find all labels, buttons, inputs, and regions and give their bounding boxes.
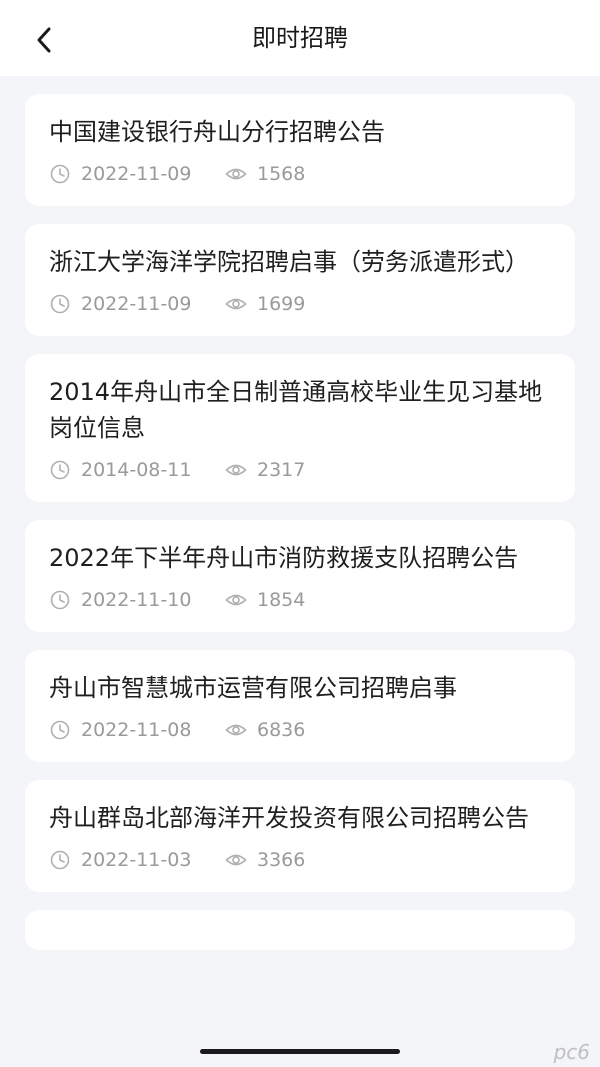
clock-icon — [49, 849, 71, 871]
job-title: 2014年舟山市全日制普通高校毕业生见习基地岗位信息 — [49, 378, 543, 442]
eye-icon — [225, 719, 247, 741]
job-meta: 2022-11-09 1699 — [49, 290, 551, 318]
publish-date: 2022-11-03 — [81, 849, 192, 871]
publish-date: 2022-11-09 — [81, 163, 192, 185]
publish-date: 2022-11-10 — [81, 589, 192, 611]
view-count: 1854 — [257, 589, 306, 611]
view-count: 3366 — [257, 849, 306, 871]
job-title: 2022年下半年舟山市消防救援支队招聘公告 — [49, 544, 519, 572]
clock-icon — [49, 589, 71, 611]
eye-icon — [225, 459, 247, 481]
view-count: 1699 — [257, 293, 306, 315]
job-title: 舟山群岛北部海洋开发投资有限公司招聘公告 — [49, 804, 529, 832]
job-card[interactable]: 舟山群岛北部海洋开发投资有限公司招聘公告 2022-11-03 3366 — [25, 780, 575, 892]
job-card[interactable] — [25, 910, 575, 950]
job-title: 舟山市智慧城市运营有限公司招聘启事 — [49, 674, 457, 702]
job-title: 浙江大学海洋学院招聘启事（劳务派遣形式） — [49, 248, 529, 276]
job-card[interactable]: 2014年舟山市全日制普通高校毕业生见习基地岗位信息 2014-08-11 23… — [25, 354, 575, 502]
job-meta: 2014-08-11 2317 — [49, 456, 551, 484]
job-card[interactable]: 中国建设银行舟山分行招聘公告 2022-11-09 1568 — [25, 94, 575, 206]
clock-icon — [49, 719, 71, 741]
job-card[interactable]: 舟山市智慧城市运营有限公司招聘启事 2022-11-08 6836 — [25, 650, 575, 762]
job-card[interactable]: 浙江大学海洋学院招聘启事（劳务派遣形式） 2022-11-09 1699 — [25, 224, 575, 336]
job-meta: 2022-11-09 1568 — [49, 160, 551, 188]
job-list: 中国建设银行舟山分行招聘公告 2022-11-09 1568 浙江大学海洋学院招… — [25, 94, 575, 950]
eye-icon — [225, 589, 247, 611]
publish-date: 2022-11-09 — [81, 293, 192, 315]
clock-icon — [49, 293, 71, 315]
page-title: 即时招聘 — [252, 24, 348, 52]
job-meta: 2022-11-10 1854 — [49, 586, 551, 614]
home-indicator[interactable] — [200, 1049, 400, 1054]
publish-date: 2022-11-08 — [81, 719, 192, 741]
view-count: 6836 — [257, 719, 306, 741]
eye-icon — [225, 293, 247, 315]
view-count: 1568 — [257, 163, 306, 185]
job-meta: 2022-11-08 6836 — [49, 716, 551, 744]
publish-date: 2014-08-11 — [81, 459, 192, 481]
job-meta: 2022-11-03 3366 — [49, 846, 551, 874]
eye-icon — [225, 163, 247, 185]
job-card[interactable]: 2022年下半年舟山市消防救援支队招聘公告 2022-11-10 1854 — [25, 520, 575, 632]
eye-icon — [225, 849, 247, 871]
top-bar: 即时招聘 — [0, 0, 600, 76]
clock-icon — [49, 459, 71, 481]
view-count: 2317 — [257, 459, 306, 481]
job-title: 中国建设银行舟山分行招聘公告 — [49, 118, 385, 146]
clock-icon — [49, 163, 71, 185]
watermark-logo: pc6 — [553, 1040, 590, 1064]
